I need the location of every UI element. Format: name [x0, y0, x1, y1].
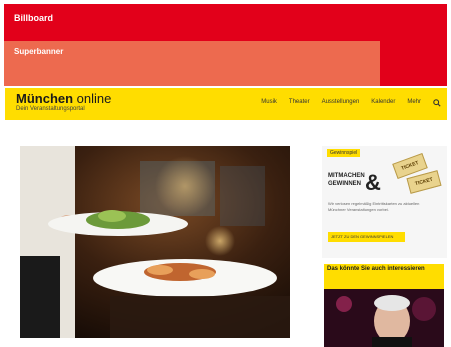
- site-logo[interactable]: München online Dein Veranstaltungsportal: [16, 92, 111, 113]
- nav-item-theater[interactable]: Theater: [289, 99, 310, 107]
- sidebar-headline-box[interactable]: Das könnte Sie auch interessieren: [324, 264, 444, 290]
- hero-image-restaurant[interactable]: [20, 146, 290, 338]
- sidebar-headline: Das könnte Sie auch interessieren: [327, 266, 425, 272]
- nav-item-kalender[interactable]: Kalender: [371, 99, 395, 107]
- promo-title-line2: GEWINNEN: [328, 181, 361, 187]
- nav-item-ausstellungen[interactable]: Ausstellungen: [322, 99, 360, 107]
- main-navbar: München online Dein Veranstaltungsportal…: [5, 88, 447, 120]
- logo-name-light: online: [73, 91, 112, 106]
- nav-item-mehr[interactable]: Mehr: [407, 99, 421, 107]
- promo-button[interactable]: JETZT ZU DEN GEWINNSPIELEN: [328, 232, 405, 242]
- superbanner-ad[interactable]: Superbanner: [4, 41, 380, 86]
- logo-name-bold: München: [16, 91, 74, 106]
- promo-title: MITMACHEN GEWINNEN: [328, 172, 365, 188]
- nav-item-musik[interactable]: Musik: [261, 99, 277, 107]
- promo-title-line1: MITMACHEN: [328, 173, 365, 179]
- promo-gewinnspiel[interactable]: Gewinnspiel MITMACHEN GEWINNEN & TICKET …: [322, 146, 447, 258]
- sidebar-article-image[interactable]: [324, 289, 444, 347]
- promo-text: Wir verlosen regelmäßig Eintrittskarten …: [328, 201, 420, 212]
- logo-tagline: Dein Veranstaltungsportal: [16, 106, 85, 112]
- promo-badge: Gewinnspiel: [327, 149, 361, 157]
- promo-ampersand: &: [365, 170, 381, 195]
- search-icon[interactable]: [433, 99, 441, 107]
- billboard-label: Billboard: [14, 13, 54, 23]
- superbanner-label: Superbanner: [14, 47, 64, 56]
